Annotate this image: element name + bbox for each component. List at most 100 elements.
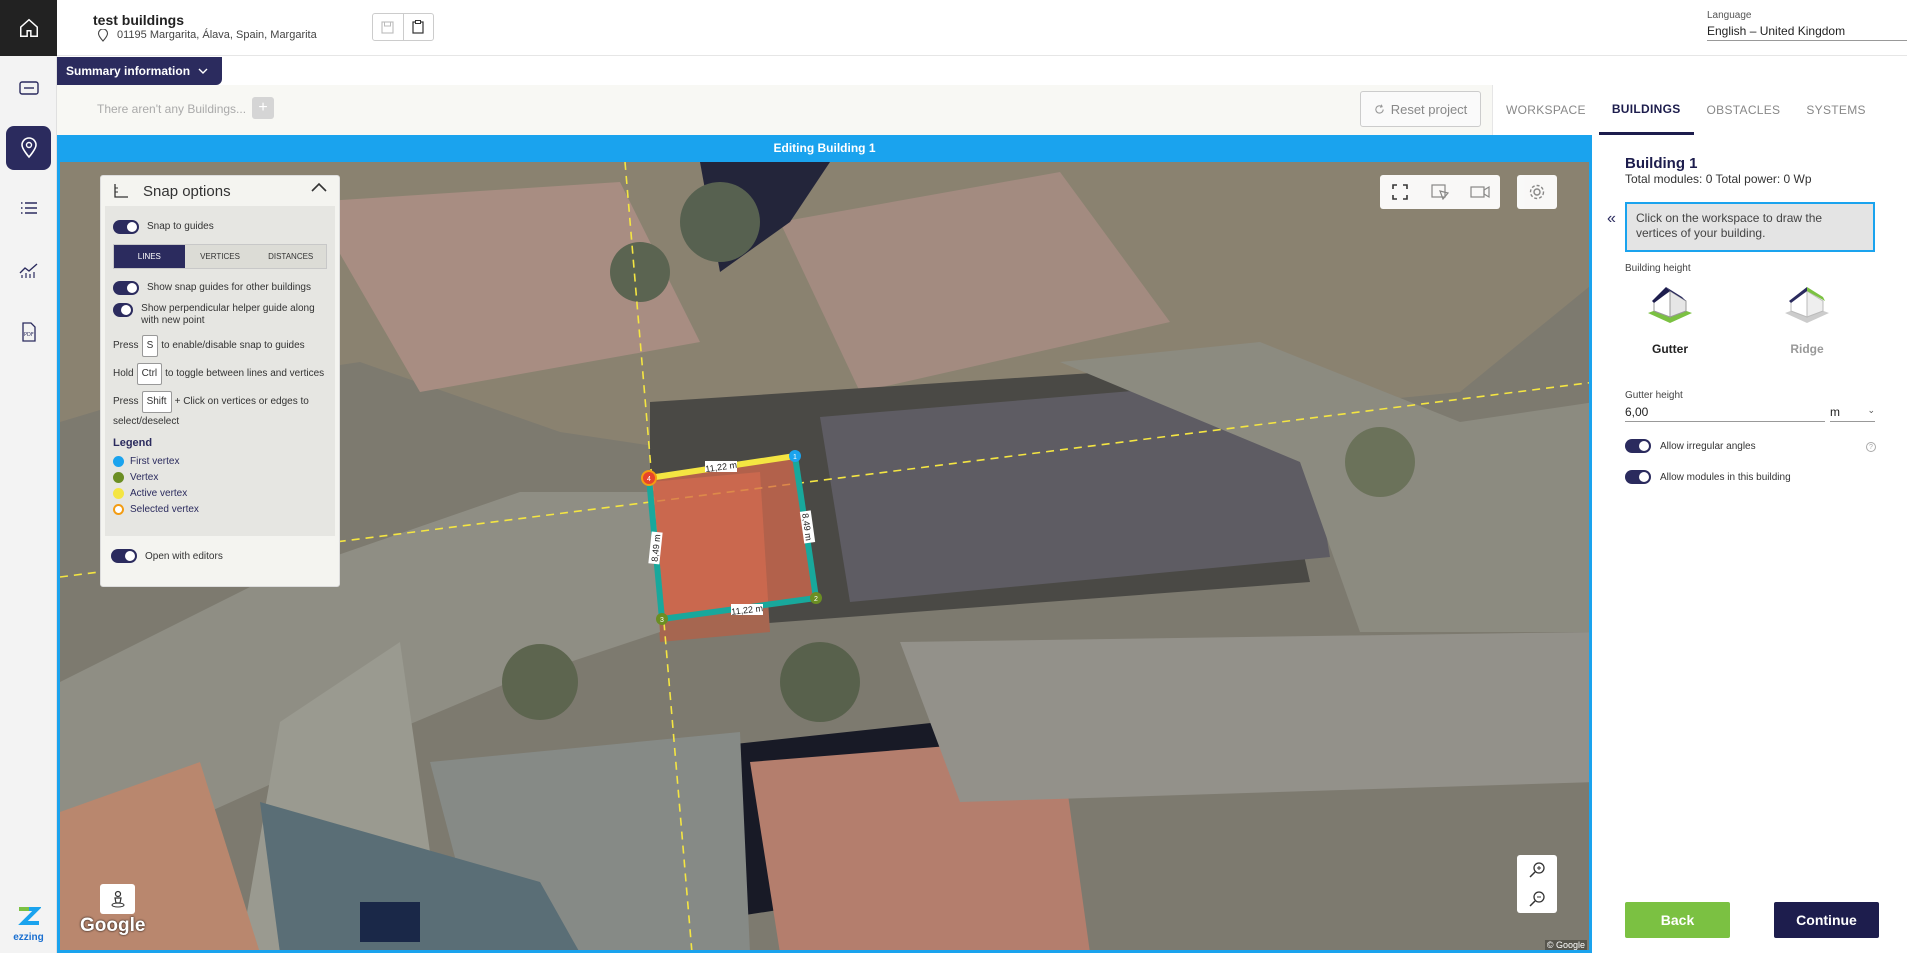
show-snap-guides-toggle[interactable] [113, 281, 139, 295]
map-settings-button[interactable] [1517, 175, 1557, 209]
buildings-toolbar: There aren't any Buildings... + Reset pr… [57, 85, 1592, 135]
active-vertex-dot-icon [113, 487, 124, 499]
sidebar-item-list[interactable] [0, 186, 57, 230]
editing-banner: Editing Building 1 [57, 135, 1592, 162]
map-copyright: © Google [1544, 940, 1587, 950]
location-pin-icon [97, 29, 109, 42]
roof-type-gutter[interactable]: Gutter [1625, 283, 1715, 356]
chevron-up-icon[interactable] [311, 182, 327, 192]
fullscreen-button[interactable] [1380, 175, 1420, 209]
hint-text: to enable/disable snap to guides [161, 340, 305, 351]
add-building-button[interactable]: + [252, 97, 274, 119]
legend-label: Active vertex [130, 487, 188, 499]
selected-vertex-dot-icon [113, 503, 124, 515]
gutter-house-icon [1648, 287, 1692, 323]
snap-to-guides-toggle[interactable] [113, 220, 139, 234]
camera-view-button[interactable] [1460, 175, 1500, 209]
vertex-dot-icon [113, 471, 124, 483]
snap-mode-lines[interactable]: LINES [114, 245, 185, 268]
ruler-angle-icon [114, 184, 128, 198]
fullscreen-icon [1392, 184, 1408, 200]
zoom-out-button[interactable] [1517, 884, 1557, 913]
key-s: S [141, 335, 159, 357]
unit-select[interactable]: m ⌄ [1830, 405, 1875, 422]
snap-options-body: Snap to guides LINES VERTICES DISTANCES … [105, 206, 335, 536]
ridge-label: Ridge [1790, 342, 1824, 356]
hint-text: Hold [113, 368, 134, 379]
tab-buildings[interactable]: BUILDINGS [1598, 85, 1694, 135]
street-view-button[interactable] [100, 884, 135, 914]
first-vertex-dot-icon [113, 455, 124, 467]
allow-modules-label: Allow modules in this building [1660, 471, 1791, 483]
key-ctrl: Ctrl [136, 363, 163, 385]
help-icon[interactable]: ? [1866, 442, 1876, 452]
allow-irregular-row: Allow irregular angles [1625, 439, 1756, 453]
double-chevron-left-icon[interactable]: « [1607, 210, 1616, 228]
legend-label: Selected vertex [130, 503, 199, 515]
map-view-controls [1380, 175, 1500, 209]
hint-shift-key: Press Shift + Click on vertices or edges t… [113, 391, 327, 431]
project-address: 01195 Margarita, Álava, Spain, Margarita [117, 29, 317, 41]
pdf-icon: PDF [21, 322, 36, 342]
gear-icon [1529, 184, 1545, 200]
reset-project-button[interactable]: Reset project [1360, 91, 1481, 127]
language-select[interactable]: English – United Kingdom ▼ [1707, 24, 1907, 41]
save-button[interactable] [373, 14, 404, 40]
refresh-icon [1375, 104, 1384, 114]
legend-title: Legend [113, 437, 153, 449]
summary-information-button[interactable]: Summary information [57, 57, 222, 85]
tab-systems[interactable]: SYSTEMS [1793, 85, 1878, 135]
sidebar-item-analytics[interactable] [0, 248, 57, 292]
camera-icon [1470, 185, 1490, 199]
person-icon [111, 890, 124, 908]
home-button[interactable] [0, 0, 57, 56]
allow-modules-toggle[interactable] [1625, 470, 1651, 484]
clipboard-button[interactable] [404, 14, 434, 40]
map-layer-button[interactable] [1420, 175, 1460, 209]
save-actions [372, 13, 434, 41]
save-icon [381, 20, 394, 34]
perpendicular-helper-label: Show perpendicular helper guide along wi… [141, 303, 315, 326]
zoom-controls [1517, 855, 1557, 913]
perpendicular-helper-toggle[interactable] [113, 303, 134, 317]
ridge-house-icon [1785, 287, 1829, 323]
tab-obstacles[interactable]: OBSTACLES [1694, 85, 1794, 135]
roof-type-ridge[interactable]: Ridge [1762, 283, 1852, 356]
gutter-height-input[interactable]: 6,00 [1625, 405, 1825, 422]
legend-item: Selected vertex [113, 501, 327, 517]
sidebar-item-project[interactable] [0, 66, 57, 110]
home-icon [19, 18, 38, 37]
tab-workspace[interactable]: WORKSPACE [1493, 85, 1599, 135]
sidebar-item-location[interactable] [6, 126, 51, 170]
snap-mode-vertices[interactable]: VERTICES [184, 245, 256, 268]
back-button[interactable]: Back [1625, 902, 1730, 938]
zoom-in-button[interactable] [1517, 855, 1557, 884]
building-height-label: Building height [1625, 263, 1691, 274]
snap-options-header[interactable]: Snap options [101, 176, 339, 206]
map-workspace[interactable]: 1 2 3 4 11,22 m 11,22 m 8,49 m 8,49 m Sn… [57, 162, 1592, 953]
map-layer-icon [1431, 184, 1449, 200]
chevron-down-icon [198, 68, 208, 74]
sidebar-item-pdf[interactable]: PDF [0, 310, 57, 354]
hint-text: Press [113, 396, 139, 407]
main-tabs: WORKSPACE BUILDINGS OBSTACLES SYSTEMS [1492, 85, 1907, 135]
snap-to-guides-label: Snap to guides [147, 221, 214, 232]
building-title: Building 1 [1625, 155, 1698, 172]
hint-text: to toggle between lines and vertices [165, 368, 325, 379]
brand-name: ezzing [13, 932, 44, 943]
clipboard-icon [412, 20, 424, 34]
gutter-height-label: Gutter height [1625, 390, 1683, 401]
project-title: test buildings [93, 12, 184, 28]
snap-mode-distances[interactable]: DISTANCES [255, 245, 327, 268]
continue-button[interactable]: Continue [1774, 902, 1879, 938]
chevron-down-icon: ⌄ [1867, 405, 1875, 415]
unit-value: m [1830, 405, 1840, 419]
allow-irregular-toggle[interactable] [1625, 439, 1651, 453]
language-value: English – United Kingdom [1707, 24, 1846, 38]
top-bar: test buildings 01195 Margarita, Álava, S… [57, 0, 1907, 56]
hint-ctrl-key: Hold Ctrl to toggle between lines and vert… [113, 363, 327, 385]
vertex-1-label: 1 [793, 454, 797, 461]
building-totals: Total modules: 0 Total power: 0 Wp [1625, 172, 1812, 186]
building-properties-panel: Building 1 Total modules: 0 Total power:… [1597, 135, 1907, 953]
open-with-editors-toggle[interactable] [111, 549, 137, 563]
